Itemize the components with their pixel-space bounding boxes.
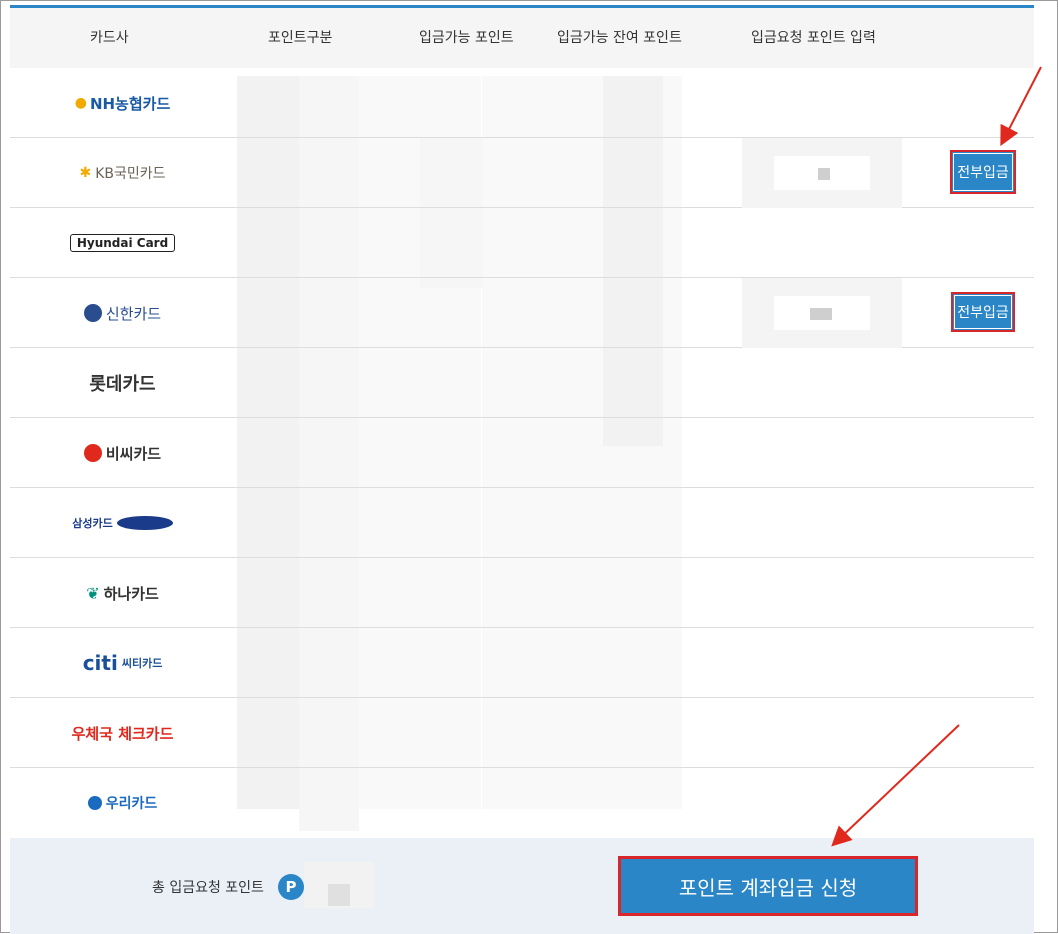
bc-card-logo: 비씨카드 <box>10 418 235 488</box>
header-request-input: 입금요청 포인트 입력 <box>751 30 876 46</box>
card-row-samsung: 삼성카드 <box>10 488 1034 558</box>
citi-card-logo: citi 씨티카드 <box>82 651 163 675</box>
card-row-woori: 우리카드 <box>10 768 1034 838</box>
nh-card-logo: ● NH농협카드 <box>74 94 171 113</box>
hyundai-card-logo: Hyundai Card <box>10 208 235 278</box>
nh-emblem-icon: ● <box>74 95 87 111</box>
samsung-emblem-icon <box>116 516 173 530</box>
redacted-total-value <box>304 862 374 908</box>
apply-point-transfer-button[interactable]: 포인트 계좌입금 신청 <box>618 856 918 916</box>
card-row-lotte: 롯데카드 <box>10 348 1034 418</box>
header-available-remaining: 입금가능 잔여 포인트 <box>557 30 682 46</box>
shinhan-card-logo: 신한카드 <box>10 278 235 348</box>
woori-card-logo: 우리카드 <box>10 768 235 838</box>
card-row-shinhan: 신한카드 전부입금 <box>10 278 1034 348</box>
header-card-company: 카드사 <box>90 30 129 46</box>
header-point-type: 포인트구분 <box>268 30 333 46</box>
kb-card-logo: ✱ KB국민카드 <box>79 165 166 182</box>
card-row-hana: ❦ 하나카드 <box>10 558 1034 628</box>
kb-deposit-all-button[interactable]: 전부입금 <box>950 150 1016 194</box>
total-request-label: 총 입금요청 포인트 <box>152 880 264 896</box>
bc-emblem-icon <box>83 444 102 462</box>
kb-point-input[interactable] <box>742 138 902 208</box>
points-transfer-panel: 카드사 포인트구분 입금가능 포인트 입금가능 잔여 포인트 입금요청 포인트 … <box>0 0 1058 934</box>
kb-star-icon: ✱ <box>79 165 92 181</box>
card-row-bc: 비씨카드 <box>10 418 1034 488</box>
shinhan-deposit-all-button[interactable]: 전부입금 <box>951 292 1015 332</box>
shinhan-point-input[interactable] <box>742 278 902 348</box>
woori-emblem-icon <box>87 796 102 810</box>
samsung-card-logo: 삼성카드 <box>10 488 235 558</box>
card-row-nh: ● NH농협카드 <box>10 68 1034 138</box>
card-row-post: 우체국 체크카드 <box>10 698 1034 768</box>
citi-emblem-icon: citi <box>82 651 118 675</box>
card-row-hyundai: Hyundai Card <box>10 208 1034 278</box>
header-available-points: 입금가능 포인트 <box>419 30 514 46</box>
card-row-citi: citi 씨티카드 <box>10 628 1034 698</box>
lotte-card-logo: 롯데카드 <box>89 374 156 395</box>
table-header: 카드사 포인트구분 입금가능 포인트 입금가능 잔여 포인트 입금요청 포인트 … <box>10 8 1034 68</box>
point-badge-icon: P <box>278 874 304 900</box>
post-card-logo: 우체국 체크카드 <box>71 724 174 743</box>
card-rows: ● NH농협카드 ✱ KB국민카드 전부입금 Hyundai Card 신한카드… <box>10 68 1034 838</box>
card-row-kb: ✱ KB국민카드 전부입금 <box>10 138 1034 208</box>
hana-emblem-icon: ❦ <box>86 583 100 603</box>
hana-card-logo: ❦ 하나카드 <box>86 583 159 603</box>
summary-footer: 총 입금요청 포인트 P 포인트 계좌입금 신청 <box>10 838 1034 934</box>
shinhan-emblem-icon <box>83 304 102 322</box>
